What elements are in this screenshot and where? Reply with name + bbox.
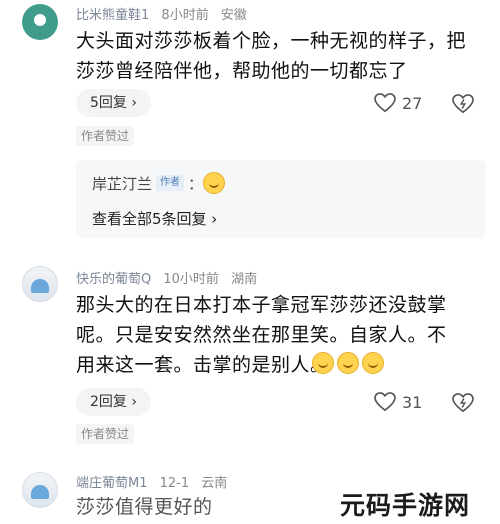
watermark: 元码手游网: [330, 482, 496, 522]
timestamp: 8小时前: [161, 8, 209, 23]
smile-emoji-icon: [312, 352, 334, 374]
username[interactable]: 快乐的葡萄Q: [76, 272, 151, 287]
username[interactable]: 比米熊童鞋1: [76, 8, 149, 23]
dislike-icon[interactable]: [452, 393, 474, 413]
reply-preview-line: 岸芷汀兰 作者 ：: [92, 172, 226, 194]
avatar[interactable]: [22, 4, 58, 40]
avatar[interactable]: [22, 266, 58, 302]
author-liked-badge: 作者赞过: [76, 424, 135, 444]
timestamp: 12-1: [159, 476, 190, 491]
timestamp: 10小时前: [163, 272, 219, 287]
comment-text: 那头大的在日本打本子拿冠军莎莎还没鼓掌呢。只是安安然然坐在那里笑。自家人。不用来…: [76, 294, 447, 376]
smile-emoji-icon: [362, 352, 384, 374]
like-count: 31: [402, 392, 423, 412]
clapping-emoji-icon: [203, 172, 226, 194]
like-button[interactable]: 27: [374, 93, 422, 113]
heart-icon: [374, 392, 396, 412]
view-all-replies-link[interactable]: 查看全部5条回复 ›: [92, 208, 217, 229]
replies-button[interactable]: 2回复 ›: [76, 388, 151, 416]
replies-button[interactable]: 5回复 ›: [76, 89, 151, 117]
reply-colon: ：: [188, 174, 204, 193]
dislike-icon[interactable]: [452, 94, 474, 114]
avatar[interactable]: [22, 472, 58, 508]
like-count: 27: [402, 93, 423, 113]
comment-text: 大头面对莎莎板着个脸，一种无视的样子，把莎莎曾经陪伴他，帮助他的一切都忘了: [76, 30, 467, 82]
location: 湖南: [231, 272, 258, 287]
comment-meta: 端庄葡萄M1 12-1 云南: [76, 472, 235, 491]
location: 安徽: [220, 8, 247, 23]
smile-emoji-icon: [337, 352, 359, 374]
author-tag: 作者: [156, 175, 185, 191]
reply-username[interactable]: 岸芷汀兰: [92, 173, 152, 194]
heart-icon: [374, 93, 396, 113]
reply-preview[interactable]: 岸芷汀兰 作者 ： 查看全部5条回复 ›: [76, 160, 486, 238]
comment-meta: 快乐的葡萄Q 10小时前 湖南: [76, 268, 265, 287]
author-liked-badge: 作者赞过: [76, 126, 135, 146]
location: 云南: [201, 476, 228, 491]
like-button[interactable]: 31: [374, 392, 422, 412]
emoji-group: [312, 352, 384, 374]
username[interactable]: 端庄葡萄M1: [76, 476, 148, 491]
comment-meta: 比米熊童鞋1 8小时前 安徽: [76, 4, 255, 23]
